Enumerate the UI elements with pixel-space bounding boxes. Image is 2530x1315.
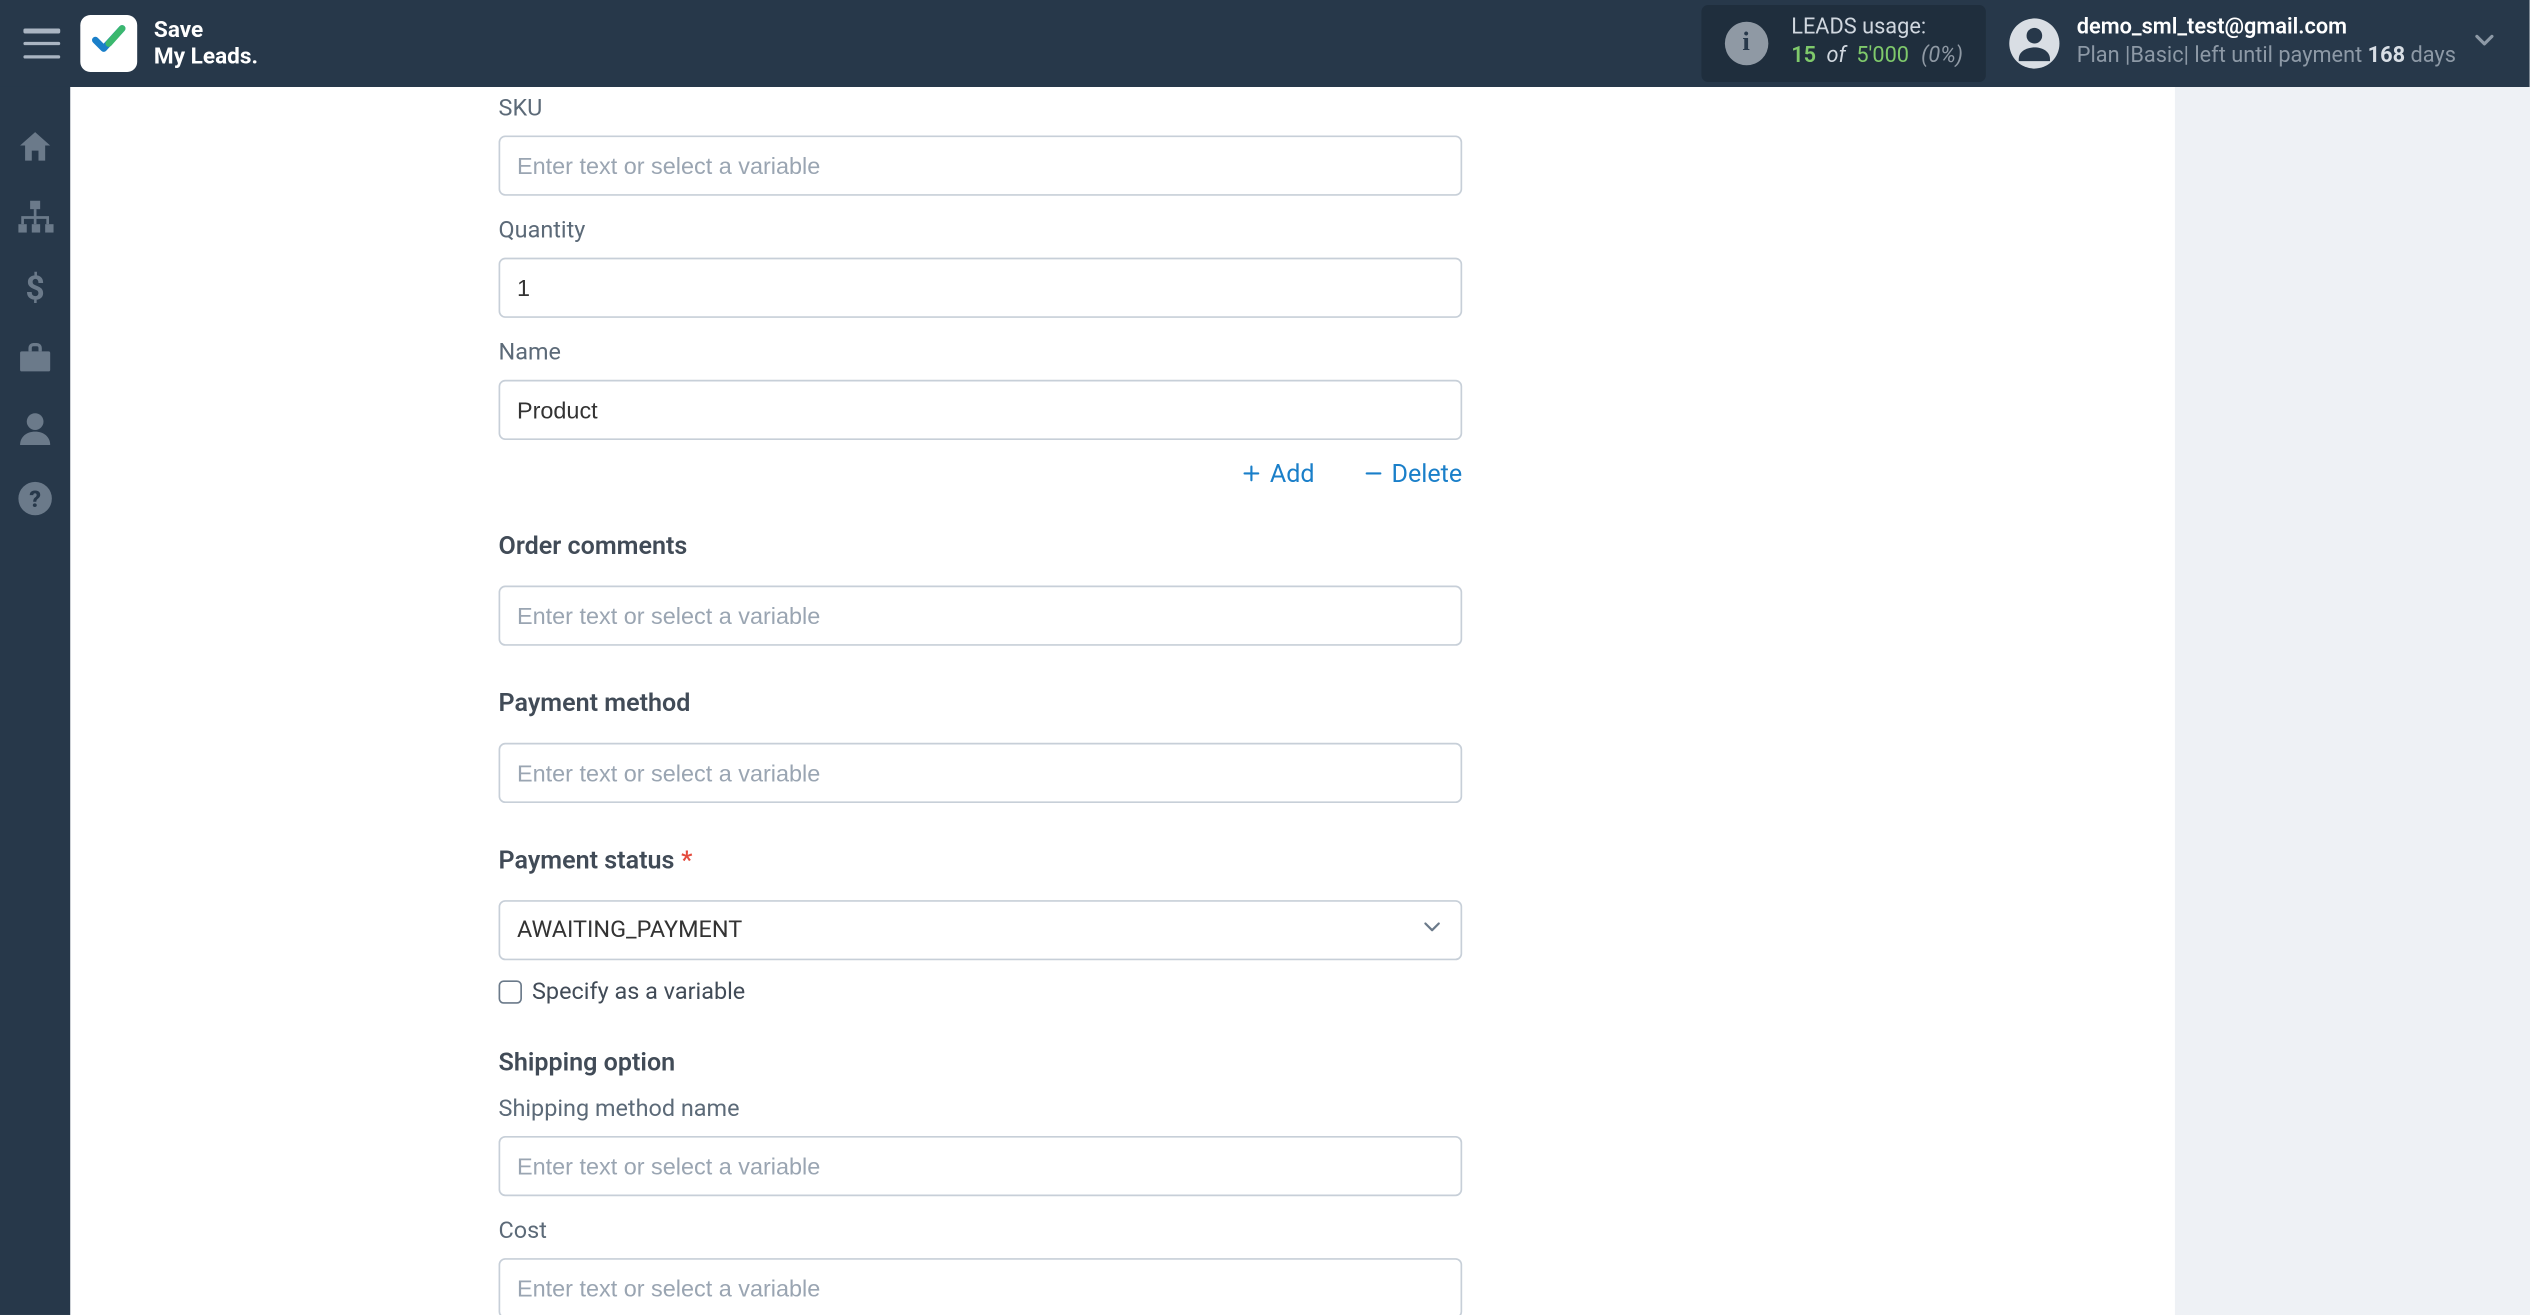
shipping-method-name-input[interactable] — [499, 1136, 1463, 1196]
sku-input[interactable] — [499, 136, 1463, 196]
sku-label: SKU — [499, 95, 1463, 122]
name-input[interactable] — [499, 380, 1463, 440]
avatar — [2010, 18, 2060, 68]
payment-method-input[interactable] — [499, 743, 1463, 803]
chevron-down-icon[interactable] — [2456, 25, 2513, 62]
form-panel: SKU Quantity Name Add Delete Orde — [70, 87, 2175, 1315]
svg-text:$: $ — [26, 269, 45, 307]
add-button[interactable]: Add — [1240, 458, 1315, 488]
briefcase-icon[interactable] — [15, 338, 55, 378]
help-icon[interactable]: ? — [15, 478, 55, 518]
menu-icon[interactable] — [23, 28, 60, 58]
specify-as-variable-row[interactable]: Specify as a variable — [499, 979, 1463, 1006]
user-icon[interactable] — [15, 408, 55, 448]
quantity-label: Quantity — [499, 217, 1463, 244]
leads-usage-box[interactable]: i LEADS usage: 15 of 5'000 (0%) — [1701, 5, 1987, 82]
specify-as-variable-label: Specify as a variable — [532, 979, 745, 1006]
shipping-method-name-label: Shipping method name — [499, 1096, 1463, 1123]
brand-name: Save My Leads. — [154, 16, 258, 70]
user-menu[interactable]: demo_sml_test@gmail.com Plan |Basic| lef… — [2010, 15, 2456, 72]
payment-status-select[interactable]: AWAITING_PAYMENT — [499, 900, 1463, 960]
sitemap-icon[interactable] — [15, 197, 55, 237]
payment-status-label: Payment status* — [499, 845, 1463, 875]
brand-logo[interactable] — [80, 15, 137, 72]
user-email: demo_sml_test@gmail.com — [2077, 15, 2456, 43]
payment-method-label: Payment method — [499, 688, 1463, 718]
sidebar: $ ? — [0, 87, 70, 1315]
order-comments-label: Order comments — [499, 530, 1463, 560]
home-icon[interactable] — [15, 127, 55, 167]
checkmark-icon — [89, 20, 129, 67]
shipping-option-label: Shipping option — [499, 1047, 1463, 1077]
cost-label: Cost — [499, 1218, 1463, 1245]
cost-input[interactable] — [499, 1258, 1463, 1315]
quantity-input[interactable] — [499, 258, 1463, 318]
page-body: SKU Quantity Name Add Delete Orde — [70, 87, 2529, 1315]
info-icon: i — [1724, 22, 1767, 65]
dollar-icon[interactable]: $ — [15, 268, 55, 308]
app-header: Save My Leads. i LEADS usage: 15 of 5'00… — [0, 0, 2530, 87]
leads-usage-label: LEADS usage: — [1791, 15, 1963, 43]
user-plan-line: Plan |Basic| left until payment 168 days — [2077, 43, 2456, 71]
name-label: Name — [499, 340, 1463, 367]
delete-button[interactable]: Delete — [1361, 458, 1462, 488]
checkbox-icon[interactable] — [499, 980, 522, 1003]
svg-text:?: ? — [29, 485, 41, 513]
leads-usage-value: 15 of 5'000 (0%) — [1791, 43, 1963, 71]
order-comments-input[interactable] — [499, 586, 1463, 646]
